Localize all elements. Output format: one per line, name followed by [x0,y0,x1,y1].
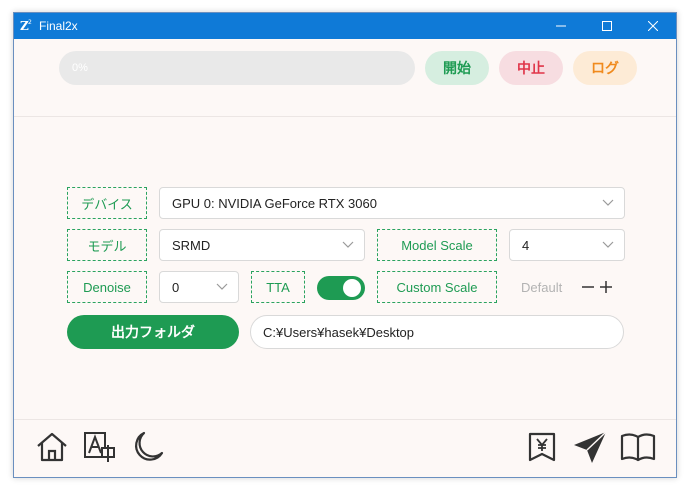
moon-icon[interactable] [130,429,166,465]
custom-scale-placeholder: Default [521,280,563,295]
app-window: Z 2 Final2x 0% 開始 中止 ログ デバイス GPU 0: NVID… [13,12,677,478]
model-scale-label: Model Scale [377,229,497,261]
maximize-icon [602,21,612,31]
custom-scale-input[interactable]: Default [509,271,625,303]
denoise-value: 0 [172,280,180,295]
translate-icon[interactable] [82,429,118,465]
minus-icon[interactable] [581,280,595,294]
window-title: Final2x [39,19,78,33]
minimize-icon [556,25,566,27]
progress-bar: 0% [59,51,415,85]
log-button[interactable]: ログ [573,51,637,85]
chevron-down-icon [602,241,614,248]
divider [14,116,676,117]
app-logo-icon: Z 2 [20,19,32,32]
progress-label: 0% [72,62,88,74]
home-icon[interactable] [34,429,70,465]
model-value: SRMD [172,238,211,253]
chevron-down-icon [216,283,228,290]
book-icon[interactable] [620,429,656,465]
close-button[interactable] [630,13,676,39]
start-button[interactable]: 開始 [425,51,489,85]
output-path-value: C:¥Users¥hasek¥Desktop [263,325,415,340]
denoise-label: Denoise [67,271,147,303]
device-value: GPU 0: NVIDIA GeForce RTX 3060 [172,196,377,211]
output-folder-button[interactable]: 出力フォルダ [67,315,239,349]
title-bar[interactable]: Z 2 Final2x [14,13,676,39]
model-scale-value: 4 [522,238,530,253]
model-scale-select[interactable]: 4 [509,229,625,261]
model-select[interactable]: SRMD [159,229,365,261]
chevron-down-icon [342,241,354,248]
toggle-knob [343,279,361,297]
plus-icon[interactable] [599,280,613,294]
device-select[interactable]: GPU 0: NVIDIA GeForce RTX 3060 [159,187,625,219]
output-path-field[interactable]: C:¥Users¥hasek¥Desktop [250,315,624,349]
denoise-select[interactable]: 0 [159,271,239,303]
chevron-down-icon [602,199,614,206]
yen-bookmark-icon[interactable] [524,429,560,465]
device-label: デバイス [67,187,147,219]
minimize-button[interactable] [538,13,584,39]
model-label: モデル [67,229,147,261]
svg-text:2: 2 [28,19,32,26]
custom-scale-label: Custom Scale [377,271,497,303]
send-icon[interactable] [572,429,608,465]
stop-button[interactable]: 中止 [499,51,563,85]
tta-toggle[interactable] [317,276,365,300]
tta-label: TTA [251,271,305,303]
close-icon [648,21,658,31]
divider [14,419,676,420]
maximize-button[interactable] [584,13,630,39]
